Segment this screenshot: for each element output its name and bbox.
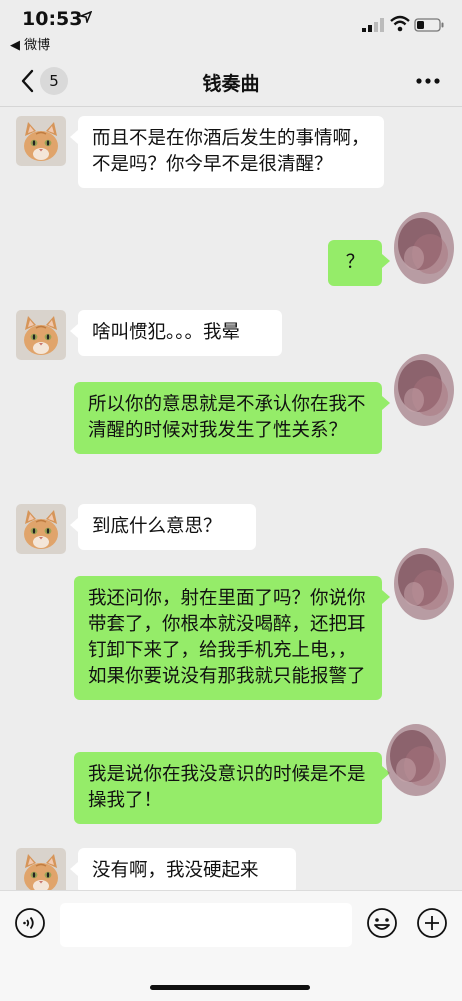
cellular-signal-icon bbox=[362, 18, 384, 32]
self-avatar[interactable] bbox=[384, 722, 448, 798]
message-bubble[interactable]: 我是说你在我没意识的时候是不是操我了！ bbox=[74, 752, 382, 824]
message-input[interactable] bbox=[60, 903, 352, 947]
message-bubble[interactable]: 到底什么意思？ bbox=[78, 504, 256, 550]
bubble-tail bbox=[70, 518, 78, 532]
message-bubble[interactable]: 我还问你，射在里面了吗？你说你带套了，你根本就没喝醉，还把耳钉卸下来了，给我手机… bbox=[74, 576, 382, 700]
wifi-icon bbox=[390, 15, 410, 32]
battery-icon bbox=[414, 18, 444, 32]
status-bar: 10:53 ◀ 微博 bbox=[0, 0, 462, 56]
chat-input-bar bbox=[0, 890, 462, 1001]
bubble-tail bbox=[382, 590, 390, 604]
contact-avatar[interactable] bbox=[16, 310, 66, 360]
plus-icon[interactable] bbox=[416, 907, 448, 939]
message-bubble[interactable]: ？ bbox=[328, 240, 382, 286]
more-icon[interactable] bbox=[414, 72, 442, 90]
message-bubble[interactable]: 所以你的意思就是不承认你在我不清醒的时候对我发生了性关系？ bbox=[74, 382, 382, 454]
contact-avatar[interactable] bbox=[16, 504, 66, 554]
location-arrow-icon bbox=[80, 11, 92, 23]
home-indicator bbox=[150, 985, 310, 990]
chat-header: 5 钱奏曲 bbox=[0, 56, 462, 107]
bubble-tail bbox=[382, 254, 390, 268]
bubble-tail bbox=[70, 130, 78, 144]
status-time: 10:53 bbox=[22, 8, 83, 30]
message-bubble[interactable]: 而且不是在你酒后发生的事情啊，不是吗？你今早不是很清醒？ bbox=[78, 116, 384, 188]
message-bubble[interactable]: 啥叫惯犯。。。我晕 bbox=[78, 310, 282, 356]
emoji-icon[interactable] bbox=[366, 907, 398, 939]
bubble-tail bbox=[70, 862, 78, 876]
bubble-tail bbox=[70, 324, 78, 338]
self-avatar[interactable] bbox=[392, 352, 456, 428]
bubble-tail bbox=[382, 396, 390, 410]
self-avatar[interactable] bbox=[392, 210, 456, 286]
voice-icon[interactable] bbox=[14, 907, 46, 939]
back-to-app-link[interactable]: ◀ 微博 bbox=[10, 34, 50, 53]
contact-avatar[interactable] bbox=[16, 116, 66, 166]
message-bubble[interactable]: 没有啊，我没硬起来 bbox=[78, 848, 296, 894]
chat-title: 钱奏曲 bbox=[202, 73, 260, 95]
self-avatar[interactable] bbox=[392, 546, 456, 622]
